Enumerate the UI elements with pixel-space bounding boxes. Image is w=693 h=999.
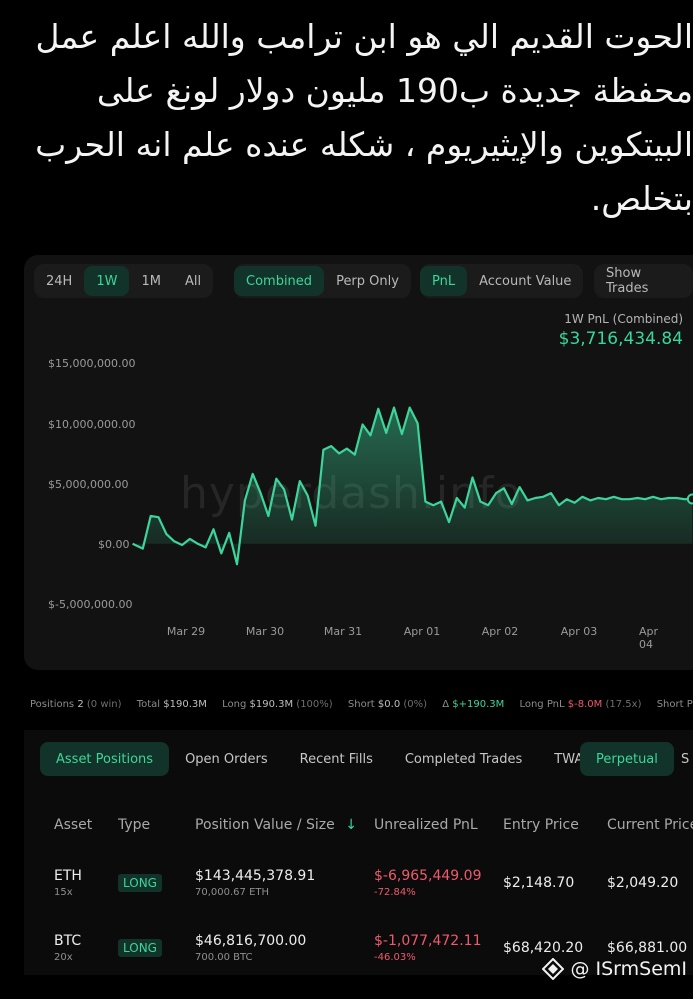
total-value: $190.3M <box>163 699 207 710</box>
row-position-value: $46,816,700.00 <box>195 933 307 949</box>
pnl-last-point <box>686 493 693 505</box>
row-size: 70,000.67 ETH <box>195 887 270 898</box>
delta-value: $+190.3M <box>452 699 505 710</box>
row-pnl-pct: -72.84% <box>374 887 416 898</box>
row-position-value: $143,445,378.91 <box>195 868 316 884</box>
row-leverage: 15x <box>54 887 73 898</box>
column-entry-price[interactable]: Entry Price <box>503 817 579 833</box>
short-value: $0.0 <box>377 699 401 710</box>
credit: @ ISrmSemI <box>542 958 687 980</box>
tab-completed-trades[interactable]: Completed Trades <box>389 742 538 776</box>
row-entry-price: $2,148.70 <box>503 875 575 891</box>
row-pnl: $-6,965,449.09 <box>374 868 482 884</box>
long-pnl-ratio: (17.5x) <box>605 699 642 710</box>
positions-summary: Positions 2 (0 win) Total $190.3M Long $… <box>30 699 693 710</box>
long-label: Long <box>222 699 247 710</box>
column-unrealized-pnl[interactable]: Unrealized PnL <box>374 817 478 833</box>
row-asset[interactable]: BTC <box>54 933 81 949</box>
tab-recent-fills[interactable]: Recent Fills <box>284 742 389 776</box>
row-leverage: 20x <box>54 952 73 963</box>
row-pnl-pct: -46.03% <box>374 952 416 963</box>
tab-asset-positions[interactable]: Asset Positions <box>40 742 170 776</box>
long-pnl-value: $-8.0M <box>567 699 603 710</box>
positions-label: Positions <box>30 699 75 710</box>
total-label: Total <box>136 699 161 710</box>
short-pnl-label: Short PnL <box>656 699 693 710</box>
positions-value: 2 <box>77 699 84 710</box>
row-asset[interactable]: ETH <box>54 868 82 884</box>
column-current-price[interactable]: Current Price <box>607 817 693 833</box>
short-pct: (0%) <box>403 699 428 710</box>
row-type-badge: LONG <box>118 874 162 892</box>
column-type[interactable]: Type <box>118 817 150 833</box>
row-current-price: $2,049.20 <box>607 875 679 891</box>
long-value: $190.3M <box>249 699 294 710</box>
tab-open-orders[interactable]: Open Orders <box>169 742 284 776</box>
row-entry-price: $68,420.20 <box>503 940 584 956</box>
column-asset[interactable]: Asset <box>54 817 92 833</box>
positions-tabbar: Asset Positions Open Orders Recent Fills… <box>40 742 607 776</box>
column-position-value-label: Position Value / Size <box>195 817 335 833</box>
tab-next-peek[interactable]: S <box>681 752 689 767</box>
short-label: Short <box>347 699 375 710</box>
column-position-value[interactable]: Position Value / Size ↓ <box>195 817 357 833</box>
row-current-price: $66,881.00 <box>607 940 688 956</box>
long-pnl-label: Long PnL <box>519 699 565 710</box>
positions-win: (0 win) <box>86 699 122 710</box>
delta-label: Δ <box>442 699 450 710</box>
sort-down-icon[interactable]: ↓ <box>345 817 357 833</box>
long-pct: (100%) <box>296 699 333 710</box>
row-size: 700.00 BTC <box>195 952 253 963</box>
row-pnl: $-1,077,472.11 <box>374 933 482 949</box>
weibo-style-diamond-logo-icon <box>542 958 565 980</box>
tab-perpetual[interactable]: Perpetual <box>580 742 674 776</box>
row-type-badge: LONG <box>118 939 162 957</box>
credit-handle: @ ISrmSemI <box>570 958 687 980</box>
